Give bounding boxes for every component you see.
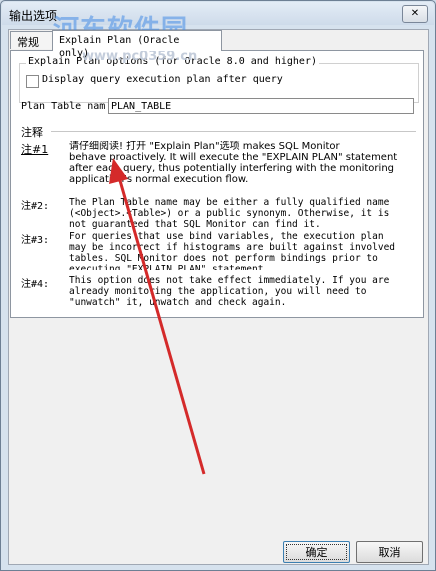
tab-explain-plan[interactable]: Explain Plan (Oracle only) <box>52 30 222 59</box>
cancel-button[interactable]: 取消 <box>356 541 423 563</box>
arrow-shaft <box>117 176 206 475</box>
ok-button[interactable]: 确定 <box>283 541 350 563</box>
arrow-head <box>109 158 128 184</box>
red-arrow-annotation <box>109 158 206 475</box>
